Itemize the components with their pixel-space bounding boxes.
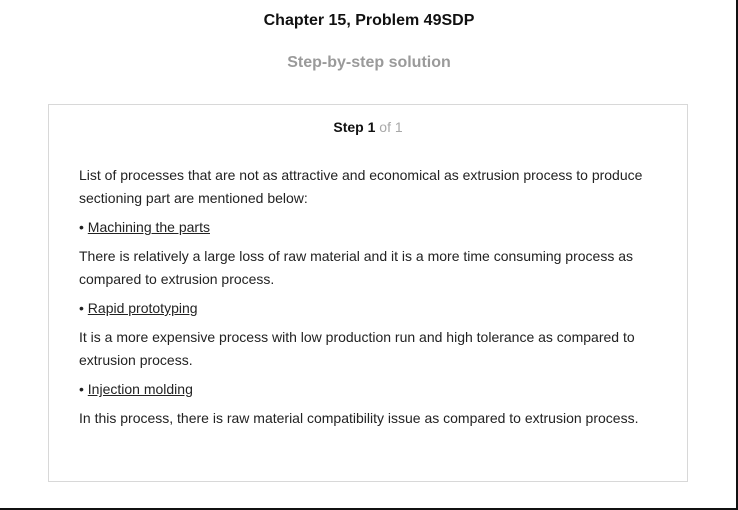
description-machining: There is relatively a large loss of raw …	[79, 248, 633, 287]
step-header: Step 1 of 1	[49, 119, 687, 135]
step-number: 1	[367, 119, 376, 135]
step-of-total: of 1	[379, 119, 403, 135]
solution-card: Step 1 of 1 List of processes that are n…	[48, 104, 688, 482]
solution-content: List of processes that are not as attrac…	[79, 164, 664, 436]
bullet-item-rapid-prototyping: • Rapid prototyping	[79, 297, 664, 320]
description-injection-molding: In this process, there is raw material c…	[79, 410, 639, 426]
term-link-injection-molding[interactable]: Injection molding	[88, 381, 193, 397]
term-link-rapid-prototyping[interactable]: Rapid prototyping	[88, 300, 198, 316]
bullet-item-machining: • Machining the parts	[79, 216, 664, 239]
page-title: Chapter 15, Problem 49SDP	[263, 12, 475, 29]
description-rapid-prototyping: It is a more expensive process with low …	[79, 329, 635, 368]
term-link-machining[interactable]: Machining the parts	[88, 219, 210, 235]
bullet-symbol: •	[79, 219, 84, 235]
intro-paragraph: List of processes that are not as attrac…	[79, 167, 643, 206]
page-subtitle: Step-by-step solution	[287, 54, 451, 71]
bullet-symbol: •	[79, 381, 84, 397]
bullet-item-injection-molding: • Injection molding	[79, 378, 664, 401]
step-word: Step	[333, 119, 364, 135]
bullet-symbol: •	[79, 300, 84, 316]
